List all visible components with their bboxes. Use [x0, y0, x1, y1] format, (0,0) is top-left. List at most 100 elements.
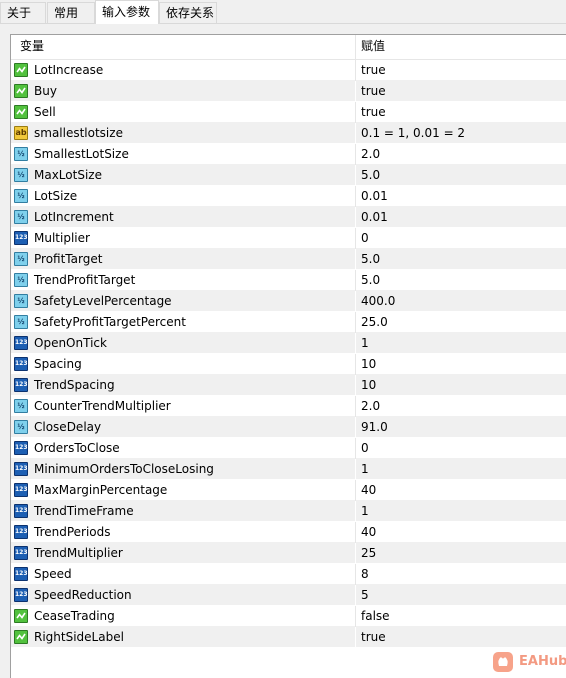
- variable-value[interactable]: 40: [361, 480, 376, 501]
- variable-value[interactable]: true: [361, 60, 386, 81]
- variable-name: SafetyLevelPercentage: [34, 294, 172, 308]
- variable-name: Multiplier: [34, 231, 90, 245]
- table-row[interactable]: 123 OpenOnTick 1: [11, 333, 566, 354]
- table-row[interactable]: ½ SafetyProfitTargetPercent 25.0: [11, 312, 566, 333]
- double-type-icon: ½: [14, 210, 28, 224]
- variable-name: smallestlotsize: [34, 126, 123, 140]
- table-row[interactable]: CeaseTrading false: [11, 606, 566, 627]
- variable-value[interactable]: 0.1 = 1, 0.01 = 2: [361, 123, 465, 144]
- cell-separator: [355, 186, 356, 207]
- cell-separator: [355, 228, 356, 249]
- cell-separator: [355, 60, 356, 81]
- table-row[interactable]: ½ CloseDelay 91.0: [11, 417, 566, 438]
- variable-value[interactable]: 1: [361, 333, 369, 354]
- table-row[interactable]: ½ SmallestLotSize 2.0: [11, 144, 566, 165]
- variable-value[interactable]: 10: [361, 375, 376, 396]
- variable-value[interactable]: 5: [361, 585, 369, 606]
- table-row[interactable]: 123 SpeedReduction 5: [11, 585, 566, 606]
- table-row[interactable]: Buy true: [11, 81, 566, 102]
- tab-about[interactable]: 关于: [0, 2, 46, 23]
- double-type-icon: ½: [14, 294, 28, 308]
- table-row[interactable]: 123 MinimumOrdersToCloseLosing 1: [11, 459, 566, 480]
- bool-type-icon: [14, 609, 28, 623]
- variable-value[interactable]: 1: [361, 459, 369, 480]
- table-row[interactable]: ½ CounterTrendMultiplier 2.0: [11, 396, 566, 417]
- table-row[interactable]: 123 MaxMarginPercentage 40: [11, 480, 566, 501]
- variable-value[interactable]: 8: [361, 564, 369, 585]
- variable-value[interactable]: 91.0: [361, 417, 388, 438]
- variable-name: LotSize: [34, 189, 78, 203]
- cell-separator: [355, 480, 356, 501]
- tab-inputs[interactable]: 输入参数: [95, 0, 159, 24]
- variable-name: TrendTimeFrame: [34, 504, 134, 518]
- table-row[interactable]: ½ SafetyLevelPercentage 400.0: [11, 291, 566, 312]
- cell-separator: [355, 627, 356, 648]
- table-row[interactable]: 123 Speed 8: [11, 564, 566, 585]
- variable-name: LotIncrease: [34, 63, 104, 77]
- bool-type-icon: [14, 84, 28, 98]
- inputs-table: 变量 赋值 LotIncrease true Buy true Sell true ab sm…: [10, 34, 566, 678]
- variable-name: Spacing: [34, 357, 82, 371]
- variable-value[interactable]: 0.01: [361, 207, 388, 228]
- table-row[interactable]: ½ LotSize 0.01: [11, 186, 566, 207]
- int-type-icon: 123: [14, 231, 28, 245]
- table-row[interactable]: 123 TrendMultiplier 25: [11, 543, 566, 564]
- variable-value[interactable]: 10: [361, 354, 376, 375]
- table-row[interactable]: 123 TrendTimeFrame 1: [11, 501, 566, 522]
- table-row[interactable]: 123 OrdersToClose 0: [11, 438, 566, 459]
- double-type-icon: ½: [14, 420, 28, 434]
- column-header-variable[interactable]: 变量: [20, 35, 44, 57]
- int-type-icon: 123: [14, 441, 28, 455]
- variable-name: SpeedReduction: [34, 588, 132, 602]
- table-row[interactable]: RightSideLabel true: [11, 627, 566, 648]
- variable-value[interactable]: false: [361, 606, 390, 627]
- variable-value[interactable]: 25.0: [361, 312, 388, 333]
- variable-value[interactable]: 2.0: [361, 396, 380, 417]
- variable-name: Speed: [34, 567, 72, 581]
- cell-separator: [355, 144, 356, 165]
- variable-value[interactable]: 40: [361, 522, 376, 543]
- variable-value[interactable]: 2.0: [361, 144, 380, 165]
- variable-value[interactable]: 0: [361, 438, 369, 459]
- table-row[interactable]: ½ TrendProfitTarget 5.0: [11, 270, 566, 291]
- variable-value[interactable]: 5.0: [361, 165, 380, 186]
- table-row[interactable]: Sell true: [11, 102, 566, 123]
- variable-name: Buy: [34, 84, 57, 98]
- int-type-icon: 123: [14, 483, 28, 497]
- variable-value[interactable]: 5.0: [361, 249, 380, 270]
- table-row[interactable]: ½ MaxLotSize 5.0: [11, 165, 566, 186]
- variable-value[interactable]: 25: [361, 543, 376, 564]
- tab-dependencies[interactable]: 依存关系: [159, 2, 217, 23]
- variable-value[interactable]: true: [361, 102, 386, 123]
- variable-value[interactable]: true: [361, 81, 386, 102]
- cell-separator: [355, 417, 356, 438]
- table-row[interactable]: LotIncrease true: [11, 60, 566, 81]
- table-row[interactable]: ab smallestlotsize 0.1 = 1, 0.01 = 2: [11, 123, 566, 144]
- variable-value[interactable]: 5.0: [361, 270, 380, 291]
- cell-separator: [355, 165, 356, 186]
- variable-value[interactable]: 1: [361, 501, 369, 522]
- cell-separator: [355, 207, 356, 228]
- variable-value[interactable]: 400.0: [361, 291, 395, 312]
- column-header-value[interactable]: 赋值: [361, 35, 385, 57]
- table-row[interactable]: ½ LotIncrement 0.01: [11, 207, 566, 228]
- table-row[interactable]: 123 Spacing 10: [11, 354, 566, 375]
- table-row[interactable]: ½ ProfitTarget 5.0: [11, 249, 566, 270]
- bool-type-icon: [14, 630, 28, 644]
- variable-name: CeaseTrading: [34, 609, 115, 623]
- column-separator[interactable]: [355, 35, 356, 59]
- tab-common[interactable]: 常用: [47, 2, 95, 23]
- variable-name: Sell: [34, 105, 56, 119]
- table-row[interactable]: 123 Multiplier 0: [11, 228, 566, 249]
- variable-value[interactable]: 0.01: [361, 186, 388, 207]
- variable-name: SafetyProfitTargetPercent: [34, 315, 186, 329]
- cell-separator: [355, 354, 356, 375]
- table-row[interactable]: 123 TrendPeriods 40: [11, 522, 566, 543]
- variable-value[interactable]: 0: [361, 228, 369, 249]
- cell-separator: [355, 396, 356, 417]
- variable-value[interactable]: true: [361, 627, 386, 648]
- cell-separator: [355, 501, 356, 522]
- table-row[interactable]: 123 TrendSpacing 10: [11, 375, 566, 396]
- bool-type-icon: [14, 105, 28, 119]
- cell-separator: [355, 564, 356, 585]
